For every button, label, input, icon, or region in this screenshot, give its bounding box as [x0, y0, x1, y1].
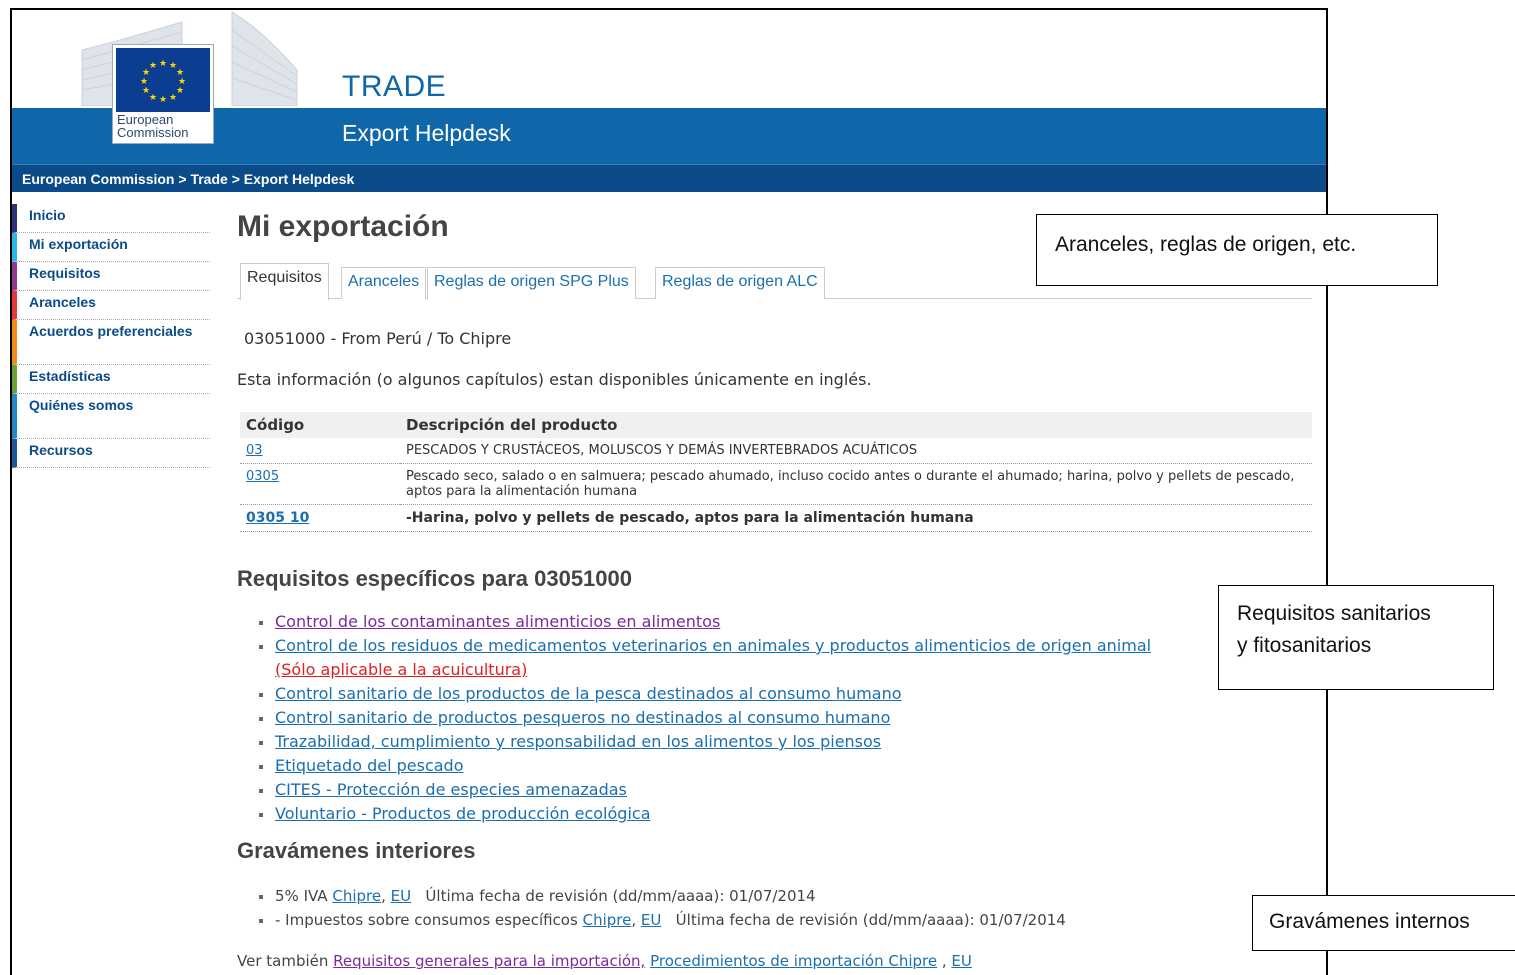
requirement-link[interactable]: Trazabilidad, cumplimiento y responsabil…: [275, 732, 881, 751]
list-item: Etiquetado del pescado: [259, 754, 1151, 778]
eu-flag-icon: ★ ★ ★ ★ ★ ★ ★ ★ ★ ★ ★ ★: [116, 48, 210, 112]
requirements-list: Control de los contaminantes alimenticio…: [259, 610, 1151, 826]
product-description: PESCADOS Y CRUSTÁCEOS, MOLUSCOS Y DEMÁS …: [400, 438, 1312, 464]
breadcrumb-separator: >: [231, 171, 240, 187]
sidebar-item-aranceles[interactable]: Aranceles: [12, 291, 210, 320]
sidebar-item-estadisticas[interactable]: Estadísticas: [12, 365, 210, 394]
tax-label: 5% IVA: [275, 887, 328, 905]
svg-text:★: ★: [149, 61, 157, 71]
product-line: 03051000 - From Perú / To Chipre: [244, 329, 512, 348]
table-header-row: Código Descripción del producto: [240, 412, 1312, 438]
see-also-label: Ver también: [237, 952, 329, 970]
tab-reglas-origen-spg-plus[interactable]: Reglas de origen SPG Plus: [427, 267, 636, 299]
callout-gravamenes-text: Gravámenes internos: [1269, 910, 1470, 933]
callout-aranceles-text: Aranceles, reglas de origen, etc.: [1055, 233, 1357, 256]
breadcrumb-item-export-helpdesk[interactable]: Export Helpdesk: [244, 171, 354, 187]
sidebar-item-mi-exportacion[interactable]: Mi exportación: [12, 233, 210, 262]
sidebar-item-requisitos[interactable]: Requisitos: [12, 262, 210, 291]
list-item: CITES - Protección de especies amenazada…: [259, 778, 1151, 802]
product-table: Código Descripción del producto 03 PESCA…: [240, 412, 1312, 532]
sidebar-item-recursos[interactable]: Recursos: [12, 439, 210, 468]
requirement-link[interactable]: Voluntario - Productos de producción eco…: [275, 804, 651, 823]
product-code-link[interactable]: 0305 10: [246, 510, 309, 526]
browser-page: TRADE Export Helpdesk ★ ★ ★ ★ ★ ★ ★ ★ ★ ★ ★ ★ Eu…: [10, 8, 1328, 975]
aquaculture-note[interactable]: (Sólo aplicable a la acuicultura): [275, 660, 527, 679]
review-date: Última fecha de revisión (dd/mm/aaaa): 0…: [675, 911, 1066, 929]
list-item: Control de los contaminantes alimenticio…: [259, 610, 1151, 634]
breadcrumb-item-european-commission[interactable]: European Commission: [22, 171, 174, 187]
requirement-link[interactable]: Control de los contaminantes alimenticio…: [275, 612, 720, 631]
import-procedures-cyprus-link[interactable]: Procedimientos de importación Chipre: [650, 952, 937, 970]
requirement-link[interactable]: CITES - Protección de especies amenazada…: [275, 780, 627, 799]
sidebar-item-quienes-somos[interactable]: Quiénes somos: [12, 394, 210, 439]
svg-text:★: ★: [159, 95, 167, 105]
see-also: Ver también Requisitos generales para la…: [237, 952, 972, 970]
site-title: TRADE: [342, 70, 447, 103]
logo-text: European Commission: [117, 113, 209, 139]
general-import-requirements-link[interactable]: Requisitos generales para la importación…: [333, 952, 645, 970]
sidebar: Inicio Mi exportación Requisitos Arancel…: [12, 204, 210, 468]
tab-reglas-origen-alc[interactable]: Reglas de origen ALC: [655, 267, 825, 299]
eu-link[interactable]: EU: [641, 911, 661, 929]
sidebar-item-acuerdos-preferenciales[interactable]: Acuerdos preferenciales: [12, 320, 210, 365]
eu-link[interactable]: EU: [391, 887, 411, 905]
requirement-link[interactable]: Control sanitario de los productos de la…: [275, 684, 902, 703]
european-commission-logo[interactable]: ★ ★ ★ ★ ★ ★ ★ ★ ★ ★ ★ ★ European Commission: [112, 44, 214, 144]
column-header-descripcion: Descripción del producto: [400, 412, 1312, 438]
list-item: 5% IVA Chipre, EU Última fecha de revisi…: [259, 884, 1066, 908]
list-item: Control de los residuos de medicamentos …: [259, 634, 1151, 682]
list-item: - Impuestos sobre consumos específicos C…: [259, 908, 1066, 932]
callout-aranceles: Aranceles, reglas de origen, etc.: [1036, 214, 1438, 286]
product-code-link[interactable]: 0305: [246, 469, 279, 484]
column-header-codigo: Código: [240, 412, 400, 438]
logo-text-line-2: Commission: [117, 125, 189, 140]
list-item: Control sanitario de productos pesqueros…: [259, 706, 1151, 730]
breadcrumb-separator: >: [178, 171, 187, 187]
site-subtitle: Export Helpdesk: [342, 120, 511, 146]
tab-requisitos[interactable]: Requisitos: [240, 263, 329, 300]
table-row: 0305 Pescado seco, salado o en salmuera;…: [240, 463, 1312, 505]
internal-taxes-heading: Gravámenes interiores: [237, 838, 476, 863]
svg-text:★: ★: [140, 77, 148, 87]
language-notice: Esta información (o algunos capítulos) e…: [237, 370, 872, 389]
callout-gravamenes: Gravámenes internos: [1252, 895, 1515, 951]
tax-label: - Impuestos sobre consumos específicos: [275, 911, 578, 929]
cyprus-link[interactable]: Chipre: [332, 887, 381, 905]
list-item: Voluntario - Productos de producción eco…: [259, 802, 1151, 826]
requirement-link[interactable]: Etiquetado del pescado: [275, 756, 464, 775]
tab-aranceles[interactable]: Aranceles: [341, 267, 427, 299]
requirement-link[interactable]: Control de los residuos de medicamentos …: [275, 636, 1151, 655]
internal-taxes-list: 5% IVA Chipre, EU Última fecha de revisi…: [259, 884, 1066, 932]
table-row: 03 PESCADOS Y CRUSTÁCEOS, MOLUSCOS Y DEM…: [240, 438, 1312, 464]
list-item: Control sanitario de los productos de la…: [259, 682, 1151, 706]
cyprus-link[interactable]: Chipre: [583, 911, 632, 929]
breadcrumb: European Commission > Trade > Export Hel…: [12, 164, 1326, 192]
svg-text:★: ★: [159, 59, 167, 69]
svg-text:★: ★: [176, 86, 184, 96]
callout-sanitarios-text-2: y fitosanitarios: [1237, 634, 1372, 657]
product-description: Pescado seco, salado o en salmuera; pesc…: [400, 463, 1312, 505]
sidebar-item-inicio[interactable]: Inicio: [12, 204, 210, 233]
import-procedures-eu-link[interactable]: EU: [951, 952, 971, 970]
list-item: Trazabilidad, cumplimiento y responsabil…: [259, 730, 1151, 754]
svg-text:★: ★: [142, 86, 150, 96]
breadcrumb-item-trade[interactable]: Trade: [190, 171, 227, 187]
requirement-link[interactable]: Control sanitario de productos pesqueros…: [275, 708, 890, 727]
callout-sanitarios-text-1: Requisitos sanitarios: [1237, 602, 1431, 625]
product-description: -Harina, polvo y pellets de pescado, apt…: [400, 504, 1312, 532]
specific-requirements-heading: Requisitos específicos para 03051000: [237, 566, 632, 591]
table-row: 0305 10 -Harina, polvo y pellets de pesc…: [240, 504, 1312, 532]
svg-text:★: ★: [149, 93, 157, 103]
review-date: Última fecha de revisión (dd/mm/aaaa): 0…: [425, 887, 816, 905]
callout-sanitarios: Requisitos sanitarios y fitosanitarios: [1218, 585, 1494, 690]
product-code-link[interactable]: 03: [246, 443, 263, 458]
svg-text:★: ★: [169, 93, 177, 103]
